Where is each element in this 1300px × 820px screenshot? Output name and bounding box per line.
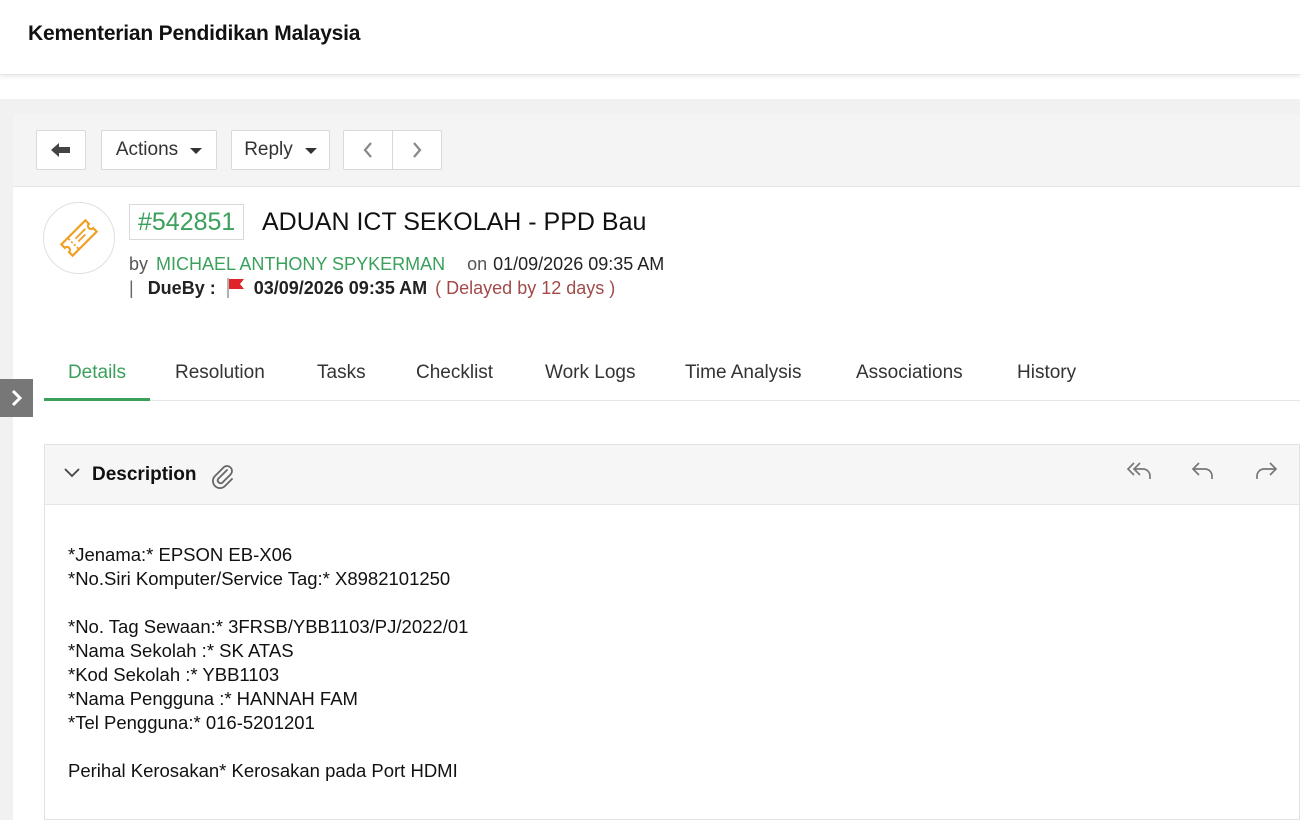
flag-icon	[226, 277, 246, 299]
by-label: by	[129, 254, 149, 274]
actions-dropdown[interactable]: Actions	[101, 130, 217, 170]
caret-down-icon	[190, 148, 203, 154]
dueby-label: DueBy :	[147, 277, 216, 298]
previous-ticket-button[interactable]	[344, 131, 392, 169]
separator: |	[129, 277, 134, 298]
tab-tasks[interactable]: Tasks	[317, 354, 366, 398]
reply-dropdown[interactable]: Reply	[231, 130, 330, 170]
back-arrow-icon	[51, 143, 70, 157]
description-line: *No.Siri Komputer/Service Tag:* X8982101…	[68, 568, 451, 589]
description-line: *Nama Sekolah :* SK ATAS	[68, 640, 294, 661]
on-label: on	[467, 254, 488, 274]
chevron-right-icon	[11, 389, 22, 407]
tab-checklist[interactable]: Checklist	[416, 354, 493, 398]
description-line: Perihal Kerosakan* Kerosakan pada Port H…	[68, 760, 458, 781]
description-line: *Kod Sekolah :* YBB1103	[68, 664, 280, 685]
reply-label: Reply	[244, 139, 293, 160]
requester-link[interactable]: MICHAEL ANTHONY SPYKERMAN	[156, 254, 445, 274]
caret-down-icon	[304, 148, 317, 154]
back-button[interactable]	[36, 130, 86, 170]
due-date: 03/09/2026 09:35 AM	[253, 277, 428, 298]
tab-work-logs[interactable]: Work Logs	[545, 354, 635, 398]
ticket-avatar	[43, 202, 115, 274]
description-line: *No. Tag Sewaan:* 3FRSB/YBB1103/PJ/2022/…	[68, 616, 469, 637]
chevron-left-icon	[363, 142, 372, 158]
reply-icon[interactable]	[1190, 459, 1216, 481]
top-header: Kementerian Pendidikan Malaysia	[0, 0, 1300, 75]
ticket-due-info: | DueBy : 03/09/2026 09:35 AM ( Delayed …	[129, 277, 615, 299]
delay-status: ( Delayed by 12 days )	[435, 277, 616, 298]
tab-resolution[interactable]: Resolution	[175, 354, 265, 398]
ticket-id[interactable]: #542851	[129, 204, 245, 240]
description-line: *Tel Pengguna:* 016-5201201	[68, 712, 315, 733]
description-line: *Jenama:* EPSON EB-X06	[68, 544, 293, 565]
ticket-toolbar: Actions Reply	[13, 114, 1300, 187]
ticket-icon	[59, 218, 99, 258]
tab-time-analysis[interactable]: Time Analysis	[685, 354, 802, 398]
paperclip-icon[interactable]	[211, 464, 235, 490]
next-ticket-button[interactable]	[392, 131, 441, 169]
ticket-created-info: by MICHAEL ANTHONY SPYKERMAN on 01/09/2026 …	[129, 254, 664, 275]
description-section: Description *Jenama:* EPSON EB-X06 *No.S…	[44, 444, 1300, 820]
tab-history[interactable]: History	[1017, 354, 1076, 398]
tab-associations[interactable]: Associations	[856, 354, 963, 398]
chevron-right-icon	[413, 142, 422, 158]
org-name: Kementerian Pendidikan Malaysia	[28, 22, 361, 45]
description-header: Description	[45, 445, 1299, 505]
description-body: *Jenama:* EPSON EB-X06 *No.Siri Komputer…	[68, 543, 468, 783]
ticket-subject: ADUAN ICT SEKOLAH - PPD Bau	[262, 208, 647, 236]
ticket-panel: Actions Reply #542851 ADUAN ICT SEKOLAH …	[13, 114, 1300, 820]
description-title: Description	[92, 464, 197, 485]
created-date: 01/09/2026 09:35 AM	[493, 254, 665, 274]
forward-icon[interactable]	[1253, 459, 1279, 481]
chevron-down-icon[interactable]	[63, 467, 81, 479]
ticket-navigation	[343, 130, 442, 170]
description-line: *Nama Pengguna :* HANNAH FAM	[68, 688, 358, 709]
actions-label: Actions	[115, 139, 179, 160]
description-line	[68, 591, 468, 615]
ticket-tabs: Details Resolution Tasks Checklist Work …	[44, 354, 1300, 401]
tab-details[interactable]: Details	[44, 354, 150, 401]
reply-all-icon[interactable]	[1126, 459, 1152, 481]
header-gap	[0, 75, 1300, 99]
sidebar-toggle-button[interactable]	[0, 379, 33, 417]
description-line	[68, 735, 468, 759]
